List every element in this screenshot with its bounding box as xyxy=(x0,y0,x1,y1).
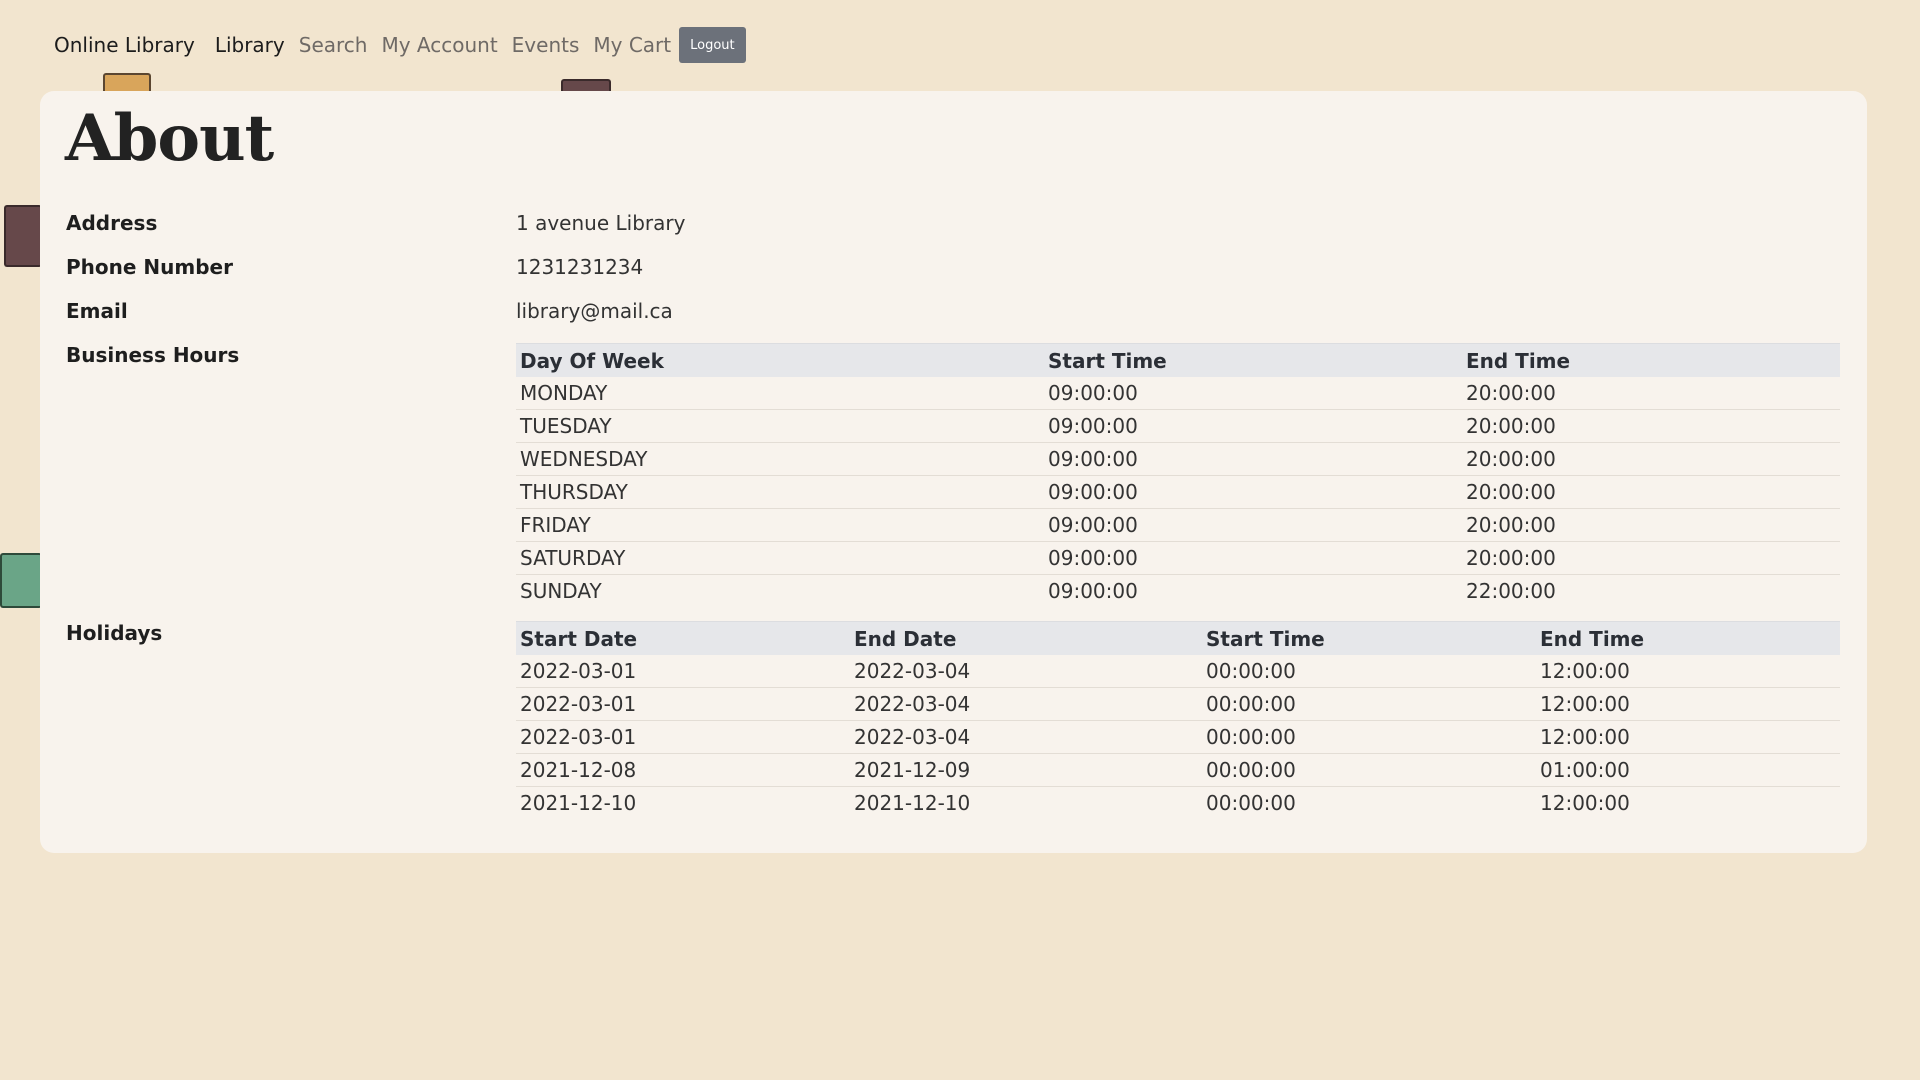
holidays-label: Holidays xyxy=(66,621,163,645)
end-time-cell: 20:00:00 xyxy=(1462,377,1840,410)
end-time-cell: 20:00:00 xyxy=(1462,475,1840,509)
day-cell: SATURDAY xyxy=(516,541,1044,575)
table-row: 2022-03-01 2022-03-04 00:00:00 12:00:00 xyxy=(516,655,1840,688)
business-hours-label: Business Hours xyxy=(66,343,240,367)
email-label: Email xyxy=(66,299,128,323)
day-cell: FRIDAY xyxy=(516,508,1044,542)
about-card: About Address 1 avenue Library Phone Num… xyxy=(40,91,1867,853)
table-header-row: Day Of Week Start Time End Time xyxy=(516,343,1840,377)
top-navbar: Online Library Library Search My Account… xyxy=(54,27,746,63)
brand-link[interactable]: Online Library xyxy=(54,33,195,57)
logout-button[interactable]: Logout xyxy=(679,27,746,63)
start-time-cell: 09:00:00 xyxy=(1044,475,1462,509)
table-row: WEDNESDAY 09:00:00 20:00:00 xyxy=(516,442,1840,476)
email-value: library@mail.ca xyxy=(516,299,673,323)
end-date-cell: 2022-03-04 xyxy=(850,687,1202,721)
start-time-cell: 00:00:00 xyxy=(1202,687,1536,721)
table-row: THURSDAY 09:00:00 20:00:00 xyxy=(516,475,1840,509)
start-time-cell: 09:00:00 xyxy=(1044,442,1462,476)
nav-link-my-account[interactable]: My Account xyxy=(381,33,497,57)
end-time-cell: 12:00:00 xyxy=(1536,655,1840,688)
end-date-cell: 2022-03-04 xyxy=(850,720,1202,754)
start-time-cell: 09:00:00 xyxy=(1044,377,1462,410)
start-time-cell: 00:00:00 xyxy=(1202,655,1536,688)
column-header: Start Time xyxy=(1202,621,1536,655)
end-time-cell: 20:00:00 xyxy=(1462,442,1840,476)
nav-link-events[interactable]: Events xyxy=(512,33,580,57)
nav-link-my-cart[interactable]: My Cart xyxy=(593,33,671,57)
day-cell: SUNDAY xyxy=(520,579,602,603)
table-row: TUESDAY 09:00:00 20:00:00 xyxy=(516,409,1840,443)
nav-link-search[interactable]: Search xyxy=(299,33,368,57)
end-time-cell: 12:00:00 xyxy=(1536,720,1840,754)
start-date-cell: 2022-03-01 xyxy=(516,655,850,688)
column-header: End Date xyxy=(850,621,1202,655)
end-time-cell: 20:00:00 xyxy=(1462,409,1840,443)
end-time-cell: 20:00:00 xyxy=(1462,541,1840,575)
phone-value: 1231231234 xyxy=(516,255,644,279)
table-row: MONDAY 09:00:00 20:00:00 xyxy=(516,377,1840,410)
table-row: 2022-03-01 2022-03-04 00:00:00 12:00:00 xyxy=(516,687,1840,721)
day-cell: THURSDAY xyxy=(516,475,1044,509)
start-date-cell: 2022-03-01 xyxy=(516,720,850,754)
page-title: About xyxy=(65,101,274,176)
table-row: 2022-03-01 2022-03-04 00:00:00 12:00:00 xyxy=(516,720,1840,754)
column-header: End Time xyxy=(1536,621,1840,655)
book-illustration xyxy=(4,205,42,267)
business-hours-table: Day Of Week Start Time End Time MONDAY 0… xyxy=(516,343,1840,607)
column-header: End Time xyxy=(1462,343,1840,377)
address-value: 1 avenue Library xyxy=(516,211,686,235)
start-time-cell: 09:00:00 xyxy=(1044,541,1462,575)
start-time-cell: 09:00:00 xyxy=(1044,508,1462,542)
column-header: Day Of Week xyxy=(516,343,1044,377)
start-time-cell: 09:00:00 xyxy=(1048,579,1138,603)
end-time-cell: 12:00:00 xyxy=(1540,791,1630,815)
end-date-cell: 2021-12-10 xyxy=(854,791,971,815)
start-time-cell: 00:00:00 xyxy=(1202,720,1536,754)
table-row: 2021-12-10 2021-12-10 00:00:00 12:00:00 xyxy=(516,787,1840,820)
day-cell: WEDNESDAY xyxy=(516,442,1044,476)
start-date-cell: 2022-03-01 xyxy=(516,687,850,721)
table-row: SUNDAY 09:00:00 22:00:00 xyxy=(516,575,1840,608)
column-header: Start Time xyxy=(1044,343,1462,377)
end-date-cell: 2022-03-04 xyxy=(850,655,1202,688)
column-header: Start Date xyxy=(516,621,850,655)
table-row: SATURDAY 09:00:00 20:00:00 xyxy=(516,541,1840,575)
table-row: 2021-12-08 2021-12-09 00:00:00 01:00:00 xyxy=(516,753,1840,787)
phone-label: Phone Number xyxy=(66,255,233,279)
end-time-cell: 20:00:00 xyxy=(1462,508,1840,542)
start-time-cell: 09:00:00 xyxy=(1044,409,1462,443)
start-time-cell: 00:00:00 xyxy=(1206,791,1296,815)
holidays-table: Start Date End Date Start Time End Time … xyxy=(516,621,1840,819)
table-row: FRIDAY 09:00:00 20:00:00 xyxy=(516,508,1840,542)
end-time-cell: 22:00:00 xyxy=(1466,579,1556,603)
end-time-cell: 01:00:00 xyxy=(1536,753,1840,787)
nav-link-library[interactable]: Library xyxy=(215,33,285,57)
start-date-cell: 2021-12-10 xyxy=(520,791,637,815)
address-label: Address xyxy=(66,211,158,235)
end-time-cell: 12:00:00 xyxy=(1536,687,1840,721)
day-cell: TUESDAY xyxy=(516,409,1044,443)
table-header-row: Start Date End Date Start Time End Time xyxy=(516,621,1840,655)
book-illustration xyxy=(0,553,42,608)
day-cell: MONDAY xyxy=(516,377,1044,410)
start-date-cell: 2021-12-08 xyxy=(516,753,850,787)
start-time-cell: 00:00:00 xyxy=(1202,753,1536,787)
end-date-cell: 2021-12-09 xyxy=(850,753,1202,787)
